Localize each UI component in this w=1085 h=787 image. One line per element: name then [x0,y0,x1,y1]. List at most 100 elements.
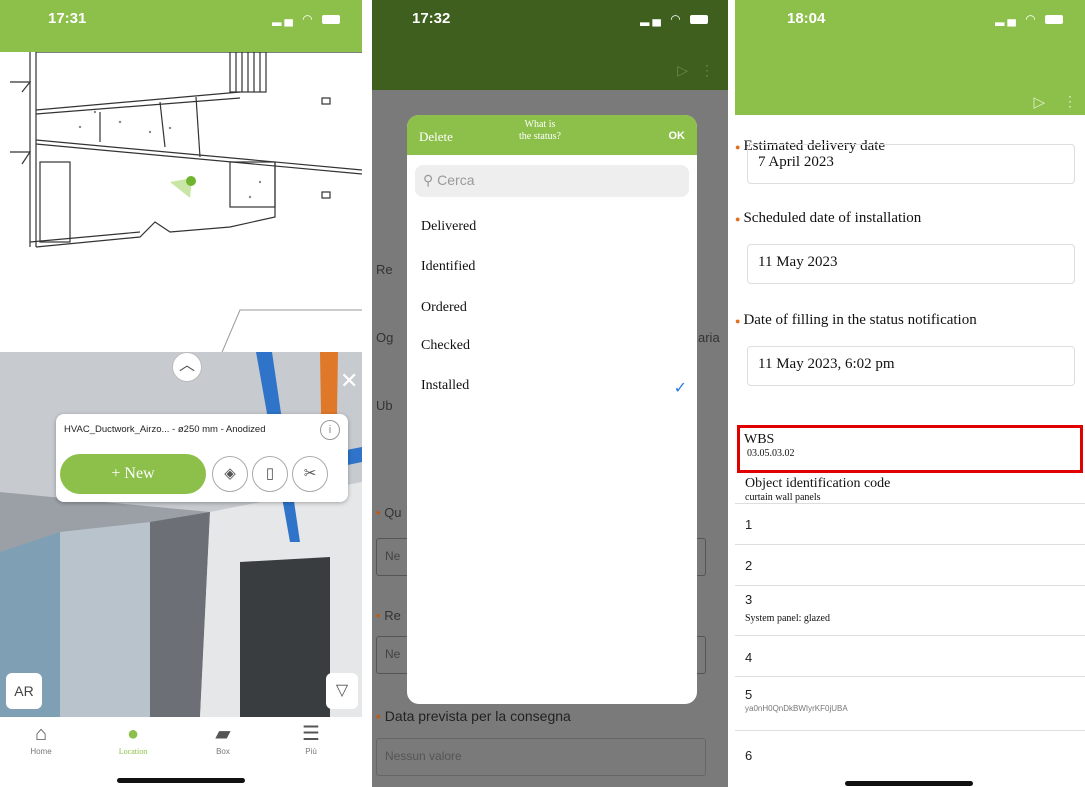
filter-icon[interactable]: ▽ [326,673,358,709]
list-item[interactable]: 6 [745,748,752,763]
battery-icon [322,15,340,25]
status-notification-date-field[interactable]: 11 May 2023, 6:02 pm [747,346,1075,386]
bg-label-text: Qu [384,505,402,520]
tab-label: Home [30,747,52,756]
object-title: HVAC_Ductwork_Airzo... - ø250 mm - Anodi… [64,424,266,435]
list-item[interactable]: 1 [745,517,752,532]
list-item[interactable]: 3 System panel: glazed [745,592,830,624]
hide-icon[interactable]: ◈ [212,456,248,492]
ok-button[interactable]: OK [669,130,686,142]
status-time: 17:31 [48,10,87,27]
label-text: Scheduled date of installation [743,210,922,226]
bg-row-value: aria [698,330,720,345]
tab-label: Più [305,747,317,756]
wbs-value: 03.05.03.02 [747,448,795,459]
row-number: 1 [745,517,753,532]
estimated-delivery-field[interactable]: 7 April 2023 [747,144,1075,184]
wbs-label: WBS [744,432,775,447]
list-item[interactable]: 2 [745,558,752,573]
status-icons: ▂▄ ◠ [995,12,1063,26]
battery-icon [690,15,708,25]
modal-header: Delete What is the status? OK [407,115,697,155]
divider [735,503,1085,504]
tab-home[interactable]: ⌂ Home [6,721,76,756]
info-icon[interactable]: i [320,420,340,440]
list-item[interactable]: 4 [745,650,752,665]
option-delivered[interactable]: Delivered [421,219,691,235]
tab-box[interactable]: ▰ Box [188,721,258,756]
option-ordered[interactable]: Ordered [421,300,691,316]
header-bar: 18:04 ▂▄ ◠ ▷ ⋮ [735,0,1085,115]
tab-label: Box [216,747,230,756]
status-picker-screen: 17:32 ▂▄ ◠ ▷ ⋮ Re Og aria Ub • Qu Ne • R… [372,0,728,787]
required-dot: ● [735,213,741,224]
option-checked[interactable]: Checked [421,338,691,354]
status-icons: ▂▄ ◠ [272,12,340,26]
send-icon[interactable]: ▷ [1033,93,1045,111]
option-installed[interactable]: Installed ✓ [421,378,691,397]
row-number: 2 [745,558,753,573]
option-label: Installed [421,378,470,393]
floor-plan-map[interactable] [0,51,362,405]
divider [735,635,1085,636]
row-number: 3 [745,592,753,607]
list-item[interactable]: 5 ya0nH0QnDkBWIyrKF0jUBA [745,687,848,713]
wbs-field[interactable]: WBS 03.05.03.02 [737,425,1083,473]
checkmark-icon: ✓ [673,380,687,397]
panel-gap [728,0,735,787]
divider [735,585,1085,586]
divider [735,730,1085,731]
status-time: 17:32 [412,10,451,27]
home-icon: ⌂ [34,723,48,745]
row-number: 4 [745,650,753,665]
scissors-icon[interactable]: ✂ [292,456,328,492]
search-placeholder: Cerca [437,172,475,188]
send-icon[interactable]: ▷ [677,62,688,79]
status-bar: 17:31 ▂▄ ◠ [0,0,362,52]
more-icon[interactable]: ⋮ [700,62,714,79]
tab-label: Location [118,747,148,756]
object-code-value: curtain wall panels [745,492,821,503]
bg-field: Nessun valore [376,738,706,776]
scheduled-installation-field[interactable]: 11 May 2023 [747,244,1075,284]
row-subtitle: System panel: glazed [745,613,830,624]
status-time: 18:04 [787,10,826,27]
new-button[interactable]: + New [60,454,206,494]
bg-label-text: Data prevista per la consegna [384,708,571,724]
close-icon[interactable]: ✕ [340,368,358,394]
tab-bar: ⌂ Home ● Location ▰ Box ☰ Più [0,717,362,787]
home-indicator [117,778,245,783]
row-number: 6 [745,748,753,763]
divider [735,544,1085,545]
status-icons: ▂▄ ◠ [640,12,708,26]
row-subtitle: ya0nH0QnDkBWIyrKF0jUBA [745,704,848,713]
3d-view[interactable] [0,352,362,717]
location-dot [186,176,196,186]
location-pin-icon: ● [126,723,140,745]
field-label: ● Scheduled date of installation [735,210,921,227]
bg-field-label: • Data prevista per la consegna [376,708,571,724]
delete-button[interactable]: Delete [419,129,453,145]
field-label: ● Date of filling in the status notificat… [735,312,977,329]
measure-device-icon[interactable]: ▯ [252,456,288,492]
option-identified[interactable]: Identified [421,259,691,275]
battery-icon [1045,15,1063,25]
object-code-label: Object identification code [745,476,891,491]
panel-gap [362,0,372,787]
row-number: 5 [745,687,753,702]
required-dot: ● [735,141,741,152]
object-card: HVAC_Ductwork_Airzo... - ø250 mm - Anodi… [56,414,348,502]
question-line: What is [524,119,556,130]
expand-chevron-icon[interactable]: ︿ [172,352,202,382]
ar-button[interactable]: AR [6,673,42,709]
tab-more[interactable]: ☰ Più [276,721,346,756]
header-bar: 17:32 ▂▄ ◠ ▷ ⋮ [372,0,728,90]
more-icon[interactable]: ⋮ [1063,93,1077,110]
modal-question: What is the status? [519,119,561,143]
object-code-field[interactable]: Object identification code curtain wall … [745,476,890,503]
required-dot: ● [735,315,741,326]
search-input[interactable]: ⚲ Cerca [415,165,689,197]
tab-location[interactable]: ● Location [98,721,168,756]
label-text: Date of filling in the status notificati… [743,312,977,328]
search-icon: ⚲ [423,172,434,188]
